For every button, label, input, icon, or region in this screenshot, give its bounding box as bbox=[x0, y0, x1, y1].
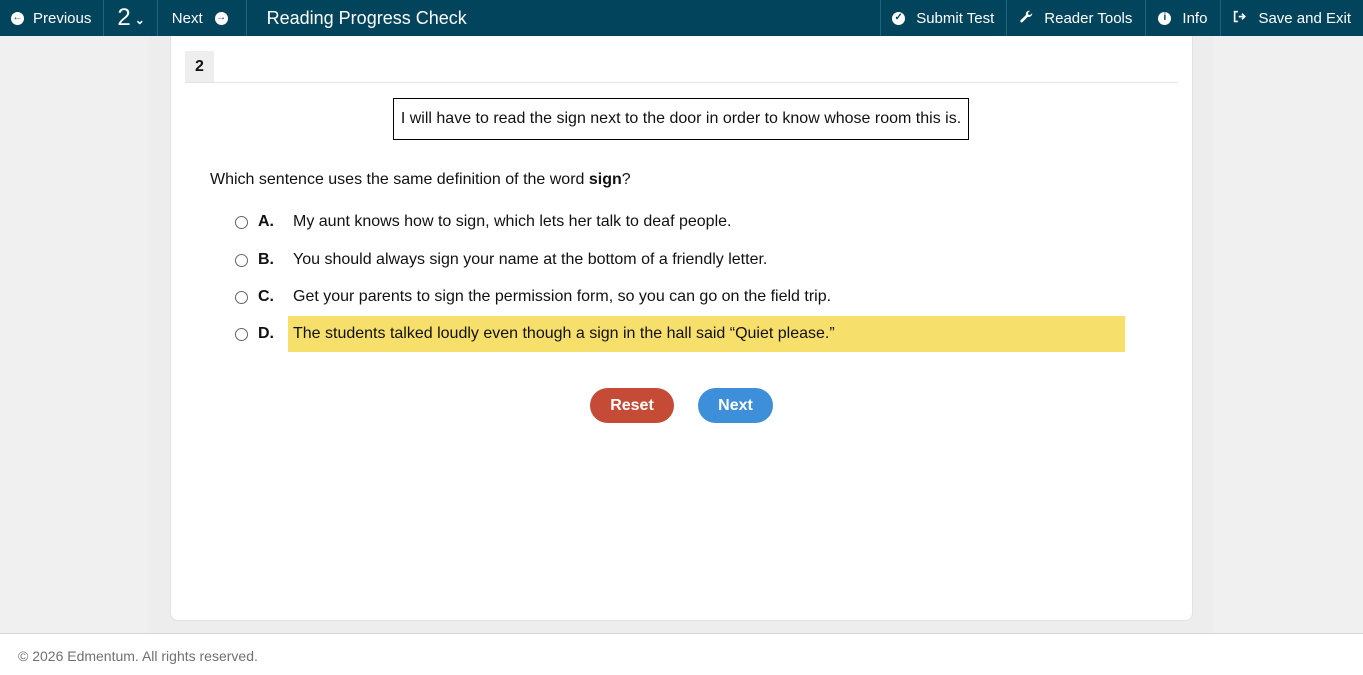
info-icon: i bbox=[1158, 11, 1172, 25]
choice-text: You should always sign your name at the … bbox=[293, 251, 768, 268]
choice-letter: C. bbox=[258, 288, 274, 305]
radio-button[interactable] bbox=[235, 215, 248, 229]
radio-button[interactable] bbox=[235, 327, 248, 341]
previous-button[interactable]: ← Previous bbox=[0, 0, 103, 36]
wrench-icon bbox=[1019, 10, 1033, 26]
choice-letter: D. bbox=[258, 325, 274, 342]
reader-tools-button[interactable]: Reader Tools bbox=[1007, 0, 1145, 36]
radio-button[interactable] bbox=[235, 253, 248, 267]
chevron-down-icon: ⌄ bbox=[134, 13, 145, 27]
question-number: 2 bbox=[117, 4, 131, 31]
check-circle-icon: ✓ bbox=[892, 11, 906, 25]
arrow-right-circle-icon: → bbox=[214, 11, 228, 25]
arrow-left-circle-icon: ← bbox=[11, 11, 24, 25]
top-toolbar: ← Previous 2 ⌄ Next → Reading Progress C… bbox=[0, 0, 1363, 36]
submit-test-button[interactable]: ✓ Submit Test bbox=[881, 0, 1006, 36]
question-prompt-text: Which sentence uses the same definition … bbox=[210, 171, 589, 188]
answer-choice-c[interactable]: C. Get your parents to sign the permissi… bbox=[234, 279, 1125, 315]
next-button[interactable]: Next bbox=[698, 388, 773, 423]
choice-text-highlighted: The students talked loudly even though a… bbox=[288, 316, 1125, 352]
answer-choice-a[interactable]: A. My aunt knows how to sign, which lets… bbox=[234, 204, 1125, 240]
answer-choice-b[interactable]: B. You should always sign your name at t… bbox=[234, 242, 1125, 278]
choice-text: My aunt knows how to sign, which lets he… bbox=[293, 213, 732, 230]
question-menu-button[interactable]: 2 ⌄ bbox=[104, 0, 156, 36]
reset-button[interactable]: Reset bbox=[590, 388, 674, 423]
next-label: Next bbox=[171, 9, 203, 27]
save-and-exit-button[interactable]: Save and Exit bbox=[1221, 0, 1363, 36]
question-number-tab: 2 bbox=[185, 51, 214, 82]
sign-out-icon bbox=[1232, 10, 1246, 26]
choice-letter: B. bbox=[258, 251, 274, 268]
previous-label: Previous bbox=[33, 9, 92, 27]
radio-button[interactable] bbox=[235, 290, 248, 304]
passage-sentence: I will have to read the sign next to the… bbox=[393, 98, 969, 140]
toolbar-right-group: ✓ Submit Test Reader Tools i Info Save a… bbox=[880, 0, 1363, 36]
copyright-text: © 2026 Edmentum. All rights reserved. bbox=[18, 648, 258, 664]
info-label: Info bbox=[1182, 9, 1208, 27]
choice-text: Get your parents to sign the permission … bbox=[293, 288, 832, 305]
test-title: Reading Progress Check bbox=[266, 7, 467, 28]
question-keyword: sign bbox=[588, 171, 622, 188]
question-prompt-end: ? bbox=[621, 171, 631, 188]
choice-letter: A. bbox=[258, 213, 274, 230]
question-header-divider bbox=[185, 82, 1178, 83]
info-button[interactable]: i Info bbox=[1146, 0, 1220, 36]
page-footer: © 2026 Edmentum. All rights reserved. bbox=[0, 633, 1363, 675]
answer-choice-d[interactable]: D. The students talked loudly even thoug… bbox=[234, 316, 1125, 352]
question-prompt: Which sentence uses the same definition … bbox=[210, 171, 631, 189]
save-and-exit-label: Save and Exit bbox=[1258, 9, 1351, 27]
submit-test-label: Submit Test bbox=[916, 9, 995, 27]
next-question-button[interactable]: Next → bbox=[158, 0, 246, 36]
reader-tools-label: Reader Tools bbox=[1044, 9, 1133, 27]
